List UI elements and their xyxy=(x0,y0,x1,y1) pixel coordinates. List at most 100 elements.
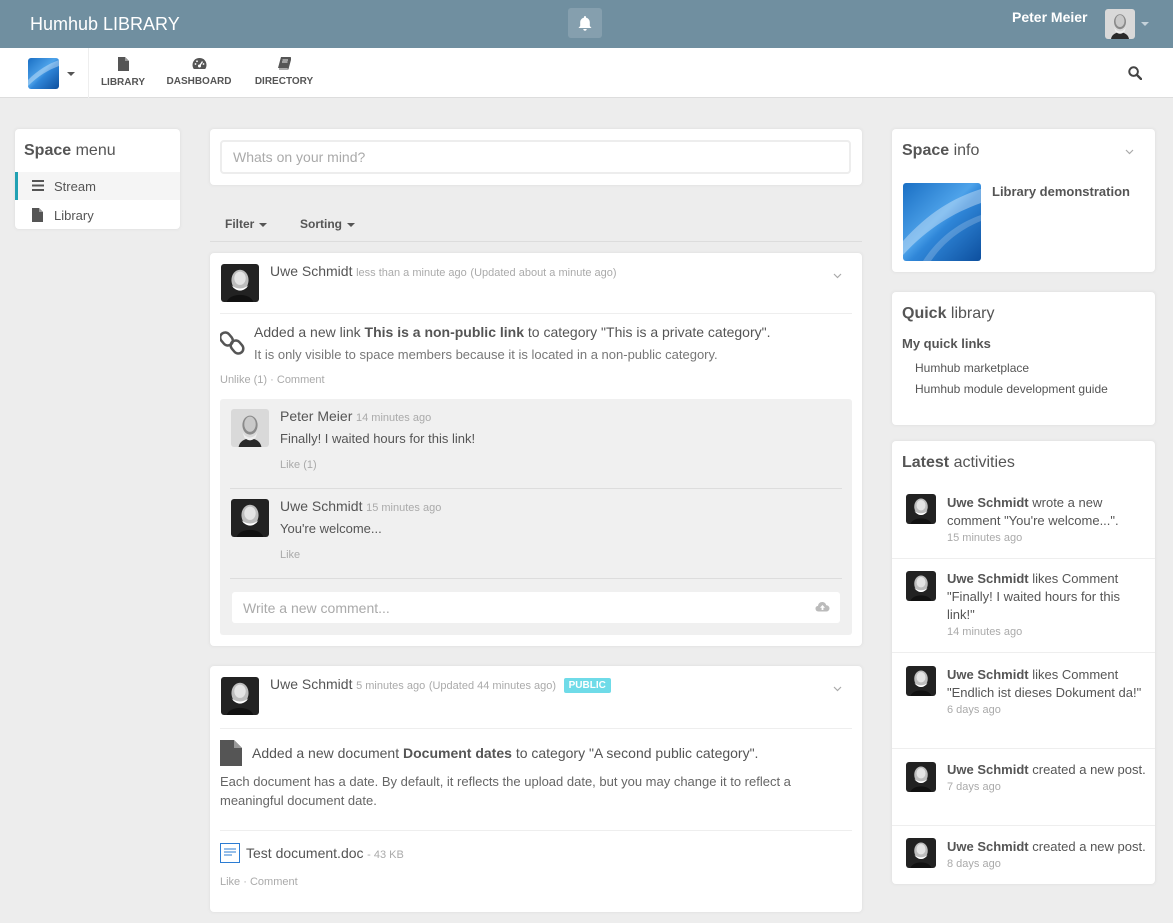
menu-item-library[interactable]: Library xyxy=(15,201,180,229)
activity-item[interactable]: Uwe Schmidt created a new post. 8 days ag… xyxy=(892,826,1155,884)
file-icon xyxy=(32,208,43,222)
stream-entry: Uwe Schmidt less than a minute ago (Upda… xyxy=(210,253,862,646)
comment-text: Finally! I waited hours for this link! xyxy=(280,431,476,446)
menu-item-label: Library xyxy=(54,208,94,223)
nav-library[interactable]: LIBRARY xyxy=(98,48,148,98)
avatar[interactable] xyxy=(231,409,269,447)
comments-section: Peter Meier 14 minutes ago Finally! I wa… xyxy=(220,399,852,635)
word-file-icon xyxy=(220,843,240,863)
avatar xyxy=(906,838,936,868)
activity-item[interactable]: Uwe Schmidt likes Comment "Endlich ist d… xyxy=(892,653,1155,749)
divider xyxy=(230,488,842,489)
divider xyxy=(220,313,852,314)
post-composer xyxy=(210,129,862,185)
post-author[interactable]: Uwe Schmidt xyxy=(270,676,352,692)
quick-library-panel: Quick library My quick links Humhub mark… xyxy=(892,292,1155,425)
comment-header: Peter Meier 14 minutes ago xyxy=(280,408,431,424)
comment-author[interactable]: Uwe Schmidt xyxy=(280,498,362,514)
chevron-down-icon[interactable] xyxy=(833,684,842,693)
like-link[interactable]: Like (1) xyxy=(280,459,317,471)
avatar xyxy=(906,494,936,524)
document-icon xyxy=(220,740,242,766)
nav-label: LIBRARY xyxy=(100,77,146,88)
space-chooser[interactable] xyxy=(28,58,88,90)
unlike-link[interactable]: Unlike (1) xyxy=(220,374,267,386)
comment-link[interactable]: Comment xyxy=(250,876,298,888)
avatar[interactable] xyxy=(221,264,259,302)
brand-title[interactable]: Humhub LIBRARY xyxy=(30,14,180,35)
latest-activities-panel: Latest activities Uwe Schmidt wrote a ne… xyxy=(892,441,1155,884)
user-avatar[interactable] xyxy=(1105,9,1135,39)
chevron-down-icon xyxy=(67,72,75,76)
comment-input[interactable]: Write a new comment... xyxy=(232,592,840,623)
comment-text: You're welcome... xyxy=(280,521,382,536)
avatar[interactable] xyxy=(221,677,259,715)
chevron-down-icon[interactable] xyxy=(1141,22,1149,26)
divider xyxy=(220,728,852,729)
comment-link[interactable]: Comment xyxy=(277,374,325,386)
attached-file: Test document.doc - 43 KB xyxy=(246,845,404,861)
file-link[interactable]: Test document.doc xyxy=(246,845,364,861)
avatar xyxy=(906,571,936,601)
nav-dashboard[interactable]: DASHBOARD xyxy=(166,48,232,98)
book-icon xyxy=(277,57,291,70)
notifications-button[interactable] xyxy=(568,8,602,38)
space-image[interactable] xyxy=(903,183,981,261)
avatar xyxy=(906,666,936,696)
sorting-dropdown[interactable]: Sorting xyxy=(300,217,355,231)
link-icon xyxy=(220,331,245,355)
comment-time: 14 minutes ago xyxy=(355,412,432,424)
menu-item-stream[interactable]: Stream xyxy=(15,172,180,200)
comment-time: 15 minutes ago xyxy=(366,502,442,514)
activity-item[interactable]: Uwe Schmidt created a new post. 7 days ag… xyxy=(892,749,1155,826)
quick-link[interactable]: Humhub marketplace xyxy=(915,361,1029,375)
nav-label: DASHBOARD xyxy=(166,76,232,87)
activity-item[interactable]: Uwe Schmidt likes Comment "Finally! I wa… xyxy=(892,559,1155,653)
chevron-down-icon xyxy=(259,222,268,227)
dashboard-icon xyxy=(192,58,206,69)
post-author[interactable]: Uwe Schmidt xyxy=(270,263,352,279)
bell-icon xyxy=(578,16,592,31)
search-button[interactable] xyxy=(1128,66,1143,83)
post-header: Uwe Schmidt 5 minutes ago (Updated 44 mi… xyxy=(270,676,611,694)
activity-item[interactable]: Uwe Schmidt wrote a new comment "You're … xyxy=(892,483,1155,559)
nav-label: DIRECTORY xyxy=(254,76,314,87)
top-bar: Humhub LIBRARY Peter Meier xyxy=(0,0,1173,48)
post-header: Uwe Schmidt less than a minute ago (Upda… xyxy=(270,263,617,279)
panel-title: Space menu xyxy=(24,142,116,159)
post-time[interactable]: 5 minutes ago xyxy=(356,680,425,692)
avatar xyxy=(906,762,936,792)
upload-icon[interactable] xyxy=(815,601,830,612)
post-input[interactable] xyxy=(220,140,851,174)
post-message: Added a new link This is a non-public li… xyxy=(254,324,771,340)
like-link[interactable]: Like xyxy=(220,876,240,888)
filter-dropdown[interactable]: Filter xyxy=(225,217,268,231)
chevron-down-icon[interactable] xyxy=(833,271,842,280)
avatar[interactable] xyxy=(231,499,269,537)
space-info-panel: Space info Library demonstration xyxy=(892,129,1155,272)
file-size: - 43 KB xyxy=(367,849,404,861)
link-title[interactable]: This is a non-public link xyxy=(365,324,524,340)
chevron-down-icon[interactable] xyxy=(1125,147,1134,156)
comment-author[interactable]: Peter Meier xyxy=(280,408,352,424)
stream-entry: Uwe Schmidt 5 minutes ago (Updated 44 mi… xyxy=(210,666,862,912)
quick-links-heading: My quick links xyxy=(902,336,991,351)
chevron-down-icon xyxy=(347,222,355,227)
quick-link[interactable]: Humhub module development guide xyxy=(915,382,1108,396)
post-actions: Unlike (1) · Comment xyxy=(220,374,325,386)
post-description: Each document has a date. By default, it… xyxy=(220,774,791,808)
panel-title: Space info xyxy=(902,142,980,159)
space-thumbnail xyxy=(28,58,59,89)
like-link[interactable]: Like xyxy=(280,549,300,561)
post-note: It is only visible to space members beca… xyxy=(254,347,718,362)
panel-title: Latest activities xyxy=(902,454,1015,471)
divider xyxy=(230,578,842,579)
post-time[interactable]: less than a minute ago xyxy=(356,267,467,279)
post-message: Added a new document Document dates to c… xyxy=(252,745,759,761)
main-nav: LIBRARY DASHBOARD DIRECTORY xyxy=(0,48,1173,98)
stream-filter-bar: Filter Sorting xyxy=(210,210,862,242)
space-menu-panel: Space menu Stream Library xyxy=(15,129,180,229)
user-name[interactable]: Peter Meier xyxy=(1012,9,1087,25)
document-title[interactable]: Document dates xyxy=(403,745,512,761)
nav-directory[interactable]: DIRECTORY xyxy=(254,48,314,98)
